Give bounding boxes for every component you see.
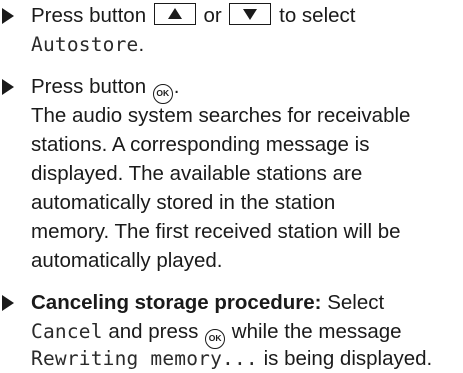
- down-arrow-button-icon: [229, 3, 272, 25]
- step-2-period: .: [173, 75, 180, 98]
- step-1-text: Press button: [31, 4, 147, 27]
- step-2-desc-5: memory. The first received station will …: [31, 220, 401, 243]
- step-2-desc-6: automatically played.: [31, 249, 223, 272]
- instruction-page: Press button or to select Autostore. Pre…: [0, 0, 463, 372]
- step-3-line-1: Canceling storage procedure: Select: [31, 289, 384, 317]
- bullet-arrow-icon: [2, 8, 14, 24]
- step-2-desc-4: automatically stored in the station: [31, 191, 336, 214]
- step-3-press: and press: [108, 320, 199, 343]
- up-arrow-button-icon: [153, 3, 196, 25]
- step-1-or: or: [203, 4, 222, 27]
- bullet-arrow-icon: [2, 295, 14, 311]
- canceling-label: Canceling storage procedure:: [31, 291, 322, 314]
- step-2-line-1: Press button OK.: [31, 73, 180, 104]
- step-1-line-2: Autostore.: [31, 31, 144, 59]
- step-1-text-after: to select: [279, 4, 356, 27]
- step-2-desc-3: displayed. The available stations are: [31, 162, 363, 185]
- step-3-select: Select: [327, 291, 385, 314]
- ok-button-icon: OK: [152, 84, 173, 104]
- step-2-text: Press button: [31, 75, 147, 98]
- step-3-while: while the message: [231, 320, 402, 343]
- cancel-code: Cancel: [31, 320, 103, 343]
- step-3-line-3: Rewriting memory... is being displayed.: [31, 345, 432, 373]
- step-2-desc-2: stations. A corresponding message is: [31, 133, 370, 156]
- step-1-period: .: [138, 33, 145, 56]
- step-1-line-1: Press button or to select: [31, 2, 356, 30]
- rewriting-memory-code: Rewriting memory...: [31, 347, 258, 370]
- autostore-code: Autostore: [31, 33, 139, 56]
- step-2-desc-1: The audio system searches for receivable: [31, 104, 411, 127]
- bullet-arrow-icon: [2, 79, 14, 95]
- step-3-tail: is being displayed.: [263, 347, 433, 370]
